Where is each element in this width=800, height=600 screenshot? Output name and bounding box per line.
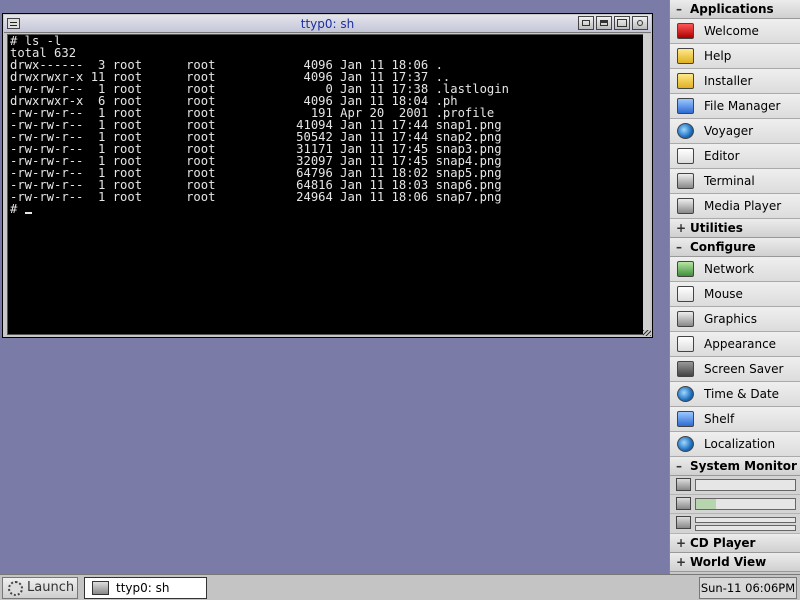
expand-icon: + [676, 221, 687, 235]
terminal-window[interactable]: ttyp0: sh # ls -l total 632 drwx------ 3 r… [2, 13, 653, 338]
app-installer[interactable]: Installer [670, 69, 800, 94]
app-file-manager[interactable]: File Manager [670, 94, 800, 119]
memory-usage-bar [695, 498, 796, 510]
section-system-monitor[interactable]: – System Monitor [670, 457, 800, 476]
config-shelf[interactable]: Shelf [670, 407, 800, 432]
time-date-icon [677, 386, 694, 402]
text-cursor [24, 212, 32, 214]
window-titlebar[interactable]: ttyp0: sh [4, 15, 651, 33]
section-utilities[interactable]: + Utilities [670, 219, 800, 238]
app-voyager[interactable]: Voyager [670, 119, 800, 144]
cpu-icon [676, 478, 691, 491]
terminal-prompt: # [10, 202, 25, 216]
section-configure[interactable]: – Configure [670, 238, 800, 257]
config-graphics[interactable]: Graphics [670, 307, 800, 332]
collapse-icon: – [676, 2, 682, 16]
installer-icon [677, 73, 694, 89]
help-icon [677, 48, 694, 64]
graphics-icon [677, 311, 694, 327]
taskbar: Launch ttyp0: sh Sun-11 06:06PM [0, 574, 800, 600]
disk-read-bar [695, 517, 796, 523]
memory-monitor [670, 495, 800, 514]
app-help[interactable]: Help [670, 44, 800, 69]
terminal-line: -rw-rw-r-- 1 root root 24964 Jan 11 18:0… [10, 190, 502, 204]
file-manager-icon [677, 98, 694, 114]
task-button-terminal[interactable]: ttyp0: sh [84, 577, 207, 599]
close-button[interactable] [632, 16, 648, 30]
minimize-button[interactable] [578, 16, 594, 30]
section-applications[interactable]: – Applications [670, 0, 800, 19]
appearance-icon [677, 336, 694, 352]
disk-write-bar [695, 525, 796, 531]
editor-icon [677, 148, 694, 164]
section-world-view[interactable]: + World View [670, 553, 800, 572]
media-player-icon [677, 198, 694, 214]
terminal-output[interactable]: # ls -l total 632 drwx------ 3 root root 4… [7, 34, 645, 335]
scrollbar[interactable] [643, 34, 650, 335]
network-icon [677, 261, 694, 277]
terminal-prompt-line[interactable]: # [8, 203, 644, 215]
resize-grip-icon[interactable] [643, 330, 651, 336]
memory-usage-fill [696, 499, 716, 509]
launch-icon [8, 581, 23, 596]
cpu-monitor [670, 476, 800, 495]
disk-icon [676, 516, 691, 529]
config-mouse[interactable]: Mouse [670, 282, 800, 307]
app-welcome[interactable]: Welcome [670, 19, 800, 44]
config-localization[interactable]: Localization [670, 432, 800, 457]
shelf-panel: – Applications Welcome Help Installer Fi… [669, 0, 800, 574]
app-terminal[interactable]: Terminal [670, 169, 800, 194]
config-time-date[interactable]: Time & Date [670, 382, 800, 407]
memory-icon [676, 497, 691, 510]
clock[interactable]: Sun-11 06:06PM [699, 577, 797, 599]
section-cd-player[interactable]: + CD Player [670, 534, 800, 553]
disk-monitor [670, 514, 800, 534]
expand-icon: + [676, 536, 687, 550]
shade-button[interactable] [596, 16, 612, 30]
config-appearance[interactable]: Appearance [670, 332, 800, 357]
maximize-button[interactable] [614, 16, 630, 30]
app-editor[interactable]: Editor [670, 144, 800, 169]
launch-button[interactable]: Launch [2, 577, 78, 599]
config-network[interactable]: Network [670, 257, 800, 282]
welcome-icon [677, 23, 694, 39]
shelf-icon [677, 411, 694, 427]
cpu-usage-bar [695, 479, 796, 491]
collapse-icon: – [676, 459, 682, 473]
config-screen-saver[interactable]: Screen Saver [670, 357, 800, 382]
terminal-icon [92, 581, 109, 595]
window-title: ttyp0: sh [300, 17, 355, 31]
terminal-icon [677, 173, 694, 189]
expand-icon: + [676, 555, 687, 569]
localization-icon [677, 436, 694, 452]
app-media-player[interactable]: Media Player [670, 194, 800, 219]
screen-saver-icon [677, 361, 694, 377]
voyager-icon [677, 123, 694, 139]
collapse-icon: – [676, 240, 682, 254]
terminal-line: # ls -l [10, 34, 62, 48]
mouse-icon [677, 286, 694, 302]
